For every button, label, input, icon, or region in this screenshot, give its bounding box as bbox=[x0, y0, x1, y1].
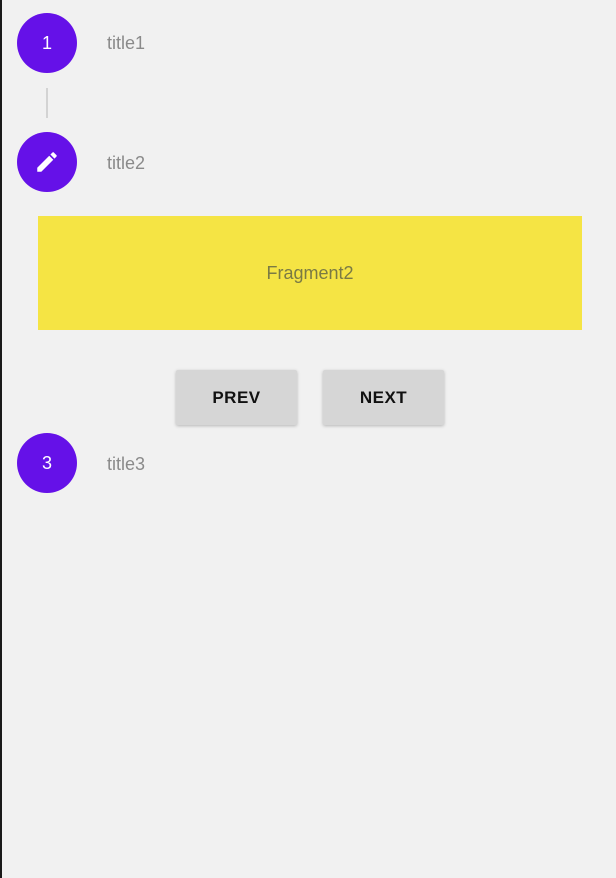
step-1-title[interactable]: title1 bbox=[107, 33, 145, 53]
pencil-icon bbox=[37, 152, 57, 172]
window-left-edge bbox=[0, 0, 2, 878]
step-3-indicator[interactable]: 3 bbox=[17, 433, 77, 493]
step-2-indicator[interactable] bbox=[17, 132, 77, 192]
step-3-title[interactable]: title3 bbox=[107, 454, 145, 474]
step-1-number: 1 bbox=[41, 32, 52, 53]
step-connector-line bbox=[46, 88, 48, 118]
step-2-title[interactable]: title2 bbox=[107, 153, 145, 173]
step-1-indicator[interactable]: 1 bbox=[17, 13, 77, 73]
prev-button[interactable]: PREV bbox=[176, 370, 297, 425]
fragment-label: Fragment2 bbox=[266, 262, 354, 283]
next-button[interactable]: NEXT bbox=[323, 370, 444, 425]
step-2-fragment: Fragment2 bbox=[38, 216, 582, 330]
step-3-number: 3 bbox=[41, 452, 52, 473]
